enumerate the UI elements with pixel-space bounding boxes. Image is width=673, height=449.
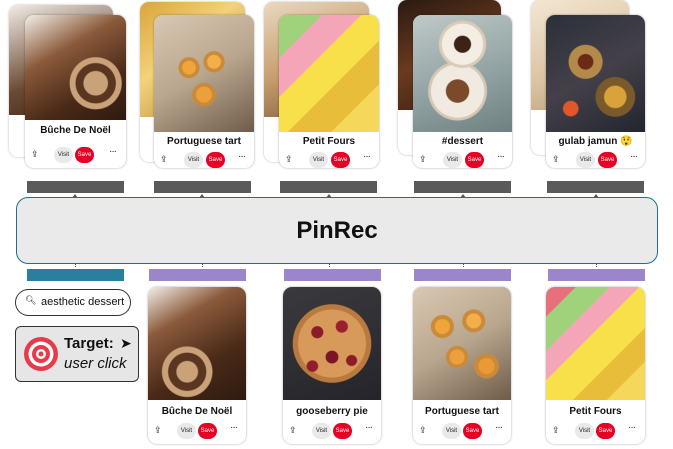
pin-actions: ⇪ Visit Save ···	[279, 151, 379, 168]
more-options-icon[interactable]: ···	[365, 422, 373, 433]
petit-fours-image	[279, 15, 379, 132]
visit-button[interactable]: Visit	[443, 152, 462, 168]
output-token	[27, 181, 124, 193]
save-button[interactable]: Save	[198, 423, 217, 439]
pin-actions: ⇪ Visit Save ···	[413, 151, 512, 168]
pin-title: Bûche De Noël	[161, 406, 233, 417]
pin-token	[149, 269, 246, 281]
yule-log-image	[25, 15, 126, 120]
pin-title: Petit Fours	[302, 136, 356, 147]
query-text: aesthetic dessert	[41, 296, 125, 308]
pin-actions: ⇪ Visit Save ···	[283, 422, 381, 440]
save-button[interactable]: Save	[463, 423, 482, 439]
pin-token	[284, 269, 381, 281]
pin-token	[548, 269, 645, 281]
portuguese-tart-image	[413, 287, 511, 400]
visit-button[interactable]: Visit	[576, 152, 595, 168]
visit-button[interactable]: Visit	[442, 423, 461, 439]
share-icon[interactable]: ⇪	[419, 425, 427, 436]
output-pin-card[interactable]: gulab jamun 😲 ⇪ Visit Save ···	[546, 15, 645, 168]
output-pin-card[interactable]: #dessert ⇪ Visit Save ···	[413, 15, 512, 168]
share-icon[interactable]: ⇪	[552, 154, 560, 165]
pin-actions: ⇪ Visit Save ···	[154, 151, 254, 168]
save-button[interactable]: Save	[331, 152, 350, 168]
more-options-icon[interactable]: ···	[497, 151, 505, 162]
target-title: Target:	[64, 335, 114, 352]
output-pin-card[interactable]: Petit Fours ⇪ Visit Save ···	[279, 15, 379, 168]
pin-title: gulab jamun 😲	[558, 136, 633, 147]
more-options-icon[interactable]: ···	[495, 422, 503, 433]
cursor-icon: ➤	[120, 335, 132, 351]
save-button[interactable]: Save	[75, 147, 94, 163]
pin-title: Bûche De Noël	[40, 125, 111, 136]
gulab-jamun-image	[546, 15, 645, 132]
target-icon	[24, 337, 58, 371]
pin-title: Portuguese tart	[425, 406, 499, 417]
more-options-icon[interactable]: ···	[630, 151, 638, 162]
dessert-plates-image	[413, 15, 512, 132]
petit-fours-image	[546, 287, 645, 400]
share-icon[interactable]: ⇪	[160, 154, 168, 165]
output-token	[280, 181, 377, 193]
share-icon[interactable]: ⇪	[419, 154, 427, 165]
more-options-icon[interactable]: ···	[628, 422, 636, 433]
search-query-pill[interactable]: 🔍︎ aesthetic dessert	[15, 289, 131, 316]
output-pin-card[interactable]: Bûche De Noël ⇪ Visit Save ···	[25, 15, 126, 168]
visit-button[interactable]: Visit	[309, 152, 328, 168]
yule-log-image	[148, 287, 246, 400]
pin-actions: ⇪ Visit Save ···	[25, 146, 126, 164]
gooseberry-pie-image	[283, 287, 381, 400]
visit-button[interactable]: Visit	[184, 152, 203, 168]
more-options-icon[interactable]: ···	[238, 151, 246, 162]
visit-button[interactable]: Visit	[177, 423, 196, 439]
pin-actions: ⇪ Visit Save ···	[148, 422, 246, 440]
pin-actions: ⇪ Visit Save ···	[546, 422, 645, 440]
query-token	[27, 269, 124, 281]
pin-title: #dessert	[441, 136, 484, 147]
share-icon[interactable]: ⇪	[154, 425, 162, 436]
visit-button[interactable]: Visit	[54, 147, 73, 163]
share-icon[interactable]: ⇪	[285, 154, 293, 165]
more-options-icon[interactable]: ···	[109, 146, 117, 157]
search-icon: 🔍︎	[25, 295, 37, 305]
share-icon[interactable]: ⇪	[31, 149, 39, 160]
portuguese-tart-image	[154, 15, 254, 132]
more-options-icon[interactable]: ···	[230, 422, 238, 433]
save-button[interactable]: Save	[598, 152, 617, 168]
save-button[interactable]: Save	[596, 423, 615, 439]
model-label: PinRec	[296, 217, 378, 244]
save-button[interactable]: Save	[465, 152, 484, 168]
output-token	[414, 181, 511, 193]
target-subtitle: user click	[64, 355, 127, 372]
visit-button[interactable]: Visit	[575, 423, 594, 439]
history-pin-card[interactable]: Bûche De Noël ⇪ Visit Save ···	[148, 287, 246, 444]
pin-actions: ⇪ Visit Save ···	[413, 422, 511, 440]
output-pin-card[interactable]: Portuguese tart ⇪ Visit Save ···	[154, 15, 254, 168]
save-button[interactable]: Save	[333, 423, 352, 439]
history-pin-card[interactable]: gooseberry pie ⇪ Visit Save ···	[283, 287, 381, 444]
pin-token	[414, 269, 511, 281]
output-token	[547, 181, 644, 193]
pin-actions: ⇪ Visit Save ···	[546, 151, 645, 168]
share-icon[interactable]: ⇪	[289, 425, 297, 436]
save-button[interactable]: Save	[206, 152, 225, 168]
share-icon[interactable]: ⇪	[552, 425, 560, 436]
pin-title: Portuguese tart	[167, 136, 241, 147]
history-pin-card[interactable]: Petit Fours ⇪ Visit Save ···	[546, 287, 645, 444]
history-pin-card[interactable]: Portuguese tart ⇪ Visit Save ···	[413, 287, 511, 444]
target-box: Target: ➤ user click	[15, 326, 139, 382]
pin-title: Petit Fours	[569, 406, 622, 417]
more-options-icon[interactable]: ···	[363, 151, 371, 162]
visit-button[interactable]: Visit	[312, 423, 331, 439]
output-token	[154, 181, 251, 193]
pin-title: gooseberry pie	[296, 406, 368, 417]
